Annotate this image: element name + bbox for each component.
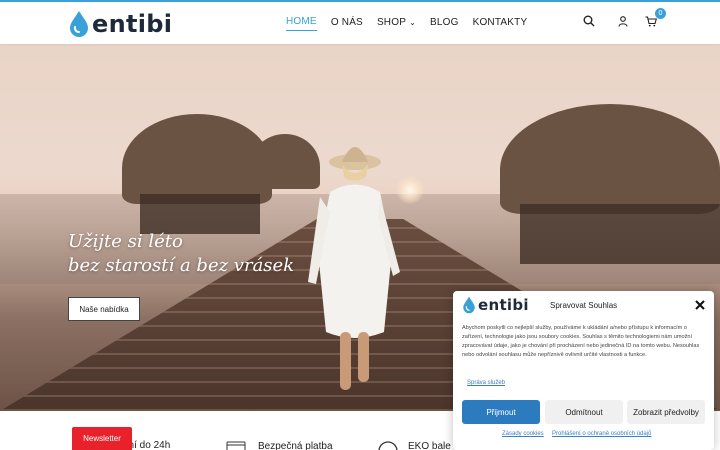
brand-logo[interactable]: entibi bbox=[68, 8, 172, 40]
cookie-policy-link[interactable]: Zásady cookies bbox=[502, 431, 544, 437]
hero-title-line1: Užijte si léto bbox=[68, 231, 183, 252]
search-icon[interactable] bbox=[582, 14, 596, 28]
consent-brand-name: entibi bbox=[478, 296, 529, 314]
nav-item-contacts[interactable]: KONTAKTY bbox=[473, 16, 528, 31]
nav-item-shop-label: SHOP bbox=[376, 16, 407, 28]
deny-button[interactable]: Odmítnout bbox=[545, 400, 623, 424]
nav-item-blog[interactable]: BLOG bbox=[430, 16, 459, 31]
hero-hut-left-base bbox=[140, 194, 260, 234]
accept-button[interactable]: Přijmout bbox=[462, 400, 540, 424]
hero-title: Užijte si léto bez starostí a bez vrásek bbox=[68, 230, 294, 278]
feature-eco-label: EKO bale bbox=[408, 440, 451, 450]
hero-person bbox=[308, 147, 400, 390]
recycle-icon bbox=[378, 441, 398, 450]
newsletter-tab[interactable]: Newsletter bbox=[72, 427, 132, 450]
hero-hut-right bbox=[500, 104, 720, 214]
close-icon[interactable] bbox=[694, 299, 706, 311]
feature-payment-label: Bezpečná platba bbox=[258, 440, 333, 450]
water-drop-icon bbox=[463, 296, 475, 314]
manage-services-link[interactable]: Správa služeb bbox=[467, 380, 505, 386]
site-header: entibi HOME O NÁS SHOP ⌄ BLOG KONTAKTY 0 bbox=[0, 0, 720, 44]
feature-payment: Bezpečná platba bbox=[226, 440, 333, 450]
consent-logo: entibi bbox=[462, 295, 529, 315]
nav-item-shop[interactable]: SHOP ⌄ bbox=[377, 16, 416, 31]
privacy-policy-link[interactable]: Prohlášení o ochraně osobních údajů bbox=[552, 431, 651, 437]
hero-hut-right-base bbox=[520, 204, 720, 264]
consent-description: Abychom poskytli co nejlepší služby, pou… bbox=[462, 325, 700, 358]
user-icon[interactable] bbox=[616, 14, 630, 28]
hero-hut-left bbox=[122, 114, 272, 204]
nav-item-about[interactable]: O NÁS bbox=[331, 16, 363, 31]
main-nav: HOME O NÁS SHOP ⌄ BLOG KONTAKTY bbox=[286, 16, 541, 31]
cart-count-badge: 0 bbox=[655, 8, 666, 19]
hero-offer-button[interactable]: Naše nabídka bbox=[68, 297, 140, 321]
feature-eco: EKO bale bbox=[376, 440, 451, 450]
hero-title-line2: bez starostí a bez vrásek bbox=[68, 255, 295, 276]
nav-item-home[interactable]: HOME bbox=[286, 16, 317, 31]
cookie-consent-dialog: entibi Spravovat Souhlas Abychom poskytl… bbox=[453, 291, 714, 450]
card-icon bbox=[226, 441, 246, 450]
brand-name: entibi bbox=[92, 10, 173, 38]
consent-title: Spravovat Souhlas bbox=[550, 301, 618, 310]
chevron-down-icon: ⌄ bbox=[409, 17, 416, 27]
header-icons: 0 bbox=[582, 8, 666, 28]
cart-icon[interactable]: 0 bbox=[644, 8, 666, 28]
water-drop-icon bbox=[70, 11, 88, 37]
preferences-button[interactable]: Zobrazit předvolby bbox=[627, 400, 705, 424]
